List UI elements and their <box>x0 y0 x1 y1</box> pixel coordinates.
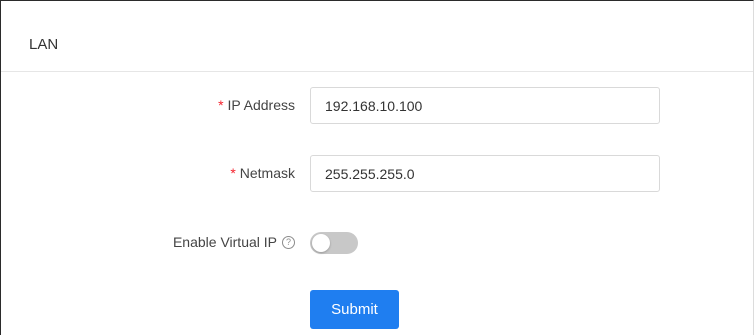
ip-address-input[interactable] <box>310 87 660 124</box>
toggle-knob <box>312 234 330 252</box>
card-title: LAN <box>29 36 59 53</box>
required-mark: * <box>230 165 236 181</box>
ip-address-label: * IP Address <box>218 97 295 113</box>
virtual-ip-toggle[interactable] <box>310 232 358 254</box>
required-mark: * <box>218 97 224 113</box>
lan-card: LAN * IP Address * Netmask Enable Virtua… <box>0 0 754 335</box>
card-header: LAN <box>1 1 753 72</box>
submit-button[interactable]: Submit <box>310 290 399 329</box>
virtual-ip-label-text: Enable Virtual IP <box>172 234 277 250</box>
virtual-ip-label: Enable Virtual IP ? <box>173 234 295 250</box>
question-circle-icon[interactable]: ? <box>282 235 295 249</box>
netmask-label-text: Netmask <box>239 165 295 181</box>
netmask-input[interactable] <box>310 155 660 192</box>
ip-address-label-text: IP Address <box>227 97 295 113</box>
netmask-label: * Netmask <box>230 165 295 181</box>
